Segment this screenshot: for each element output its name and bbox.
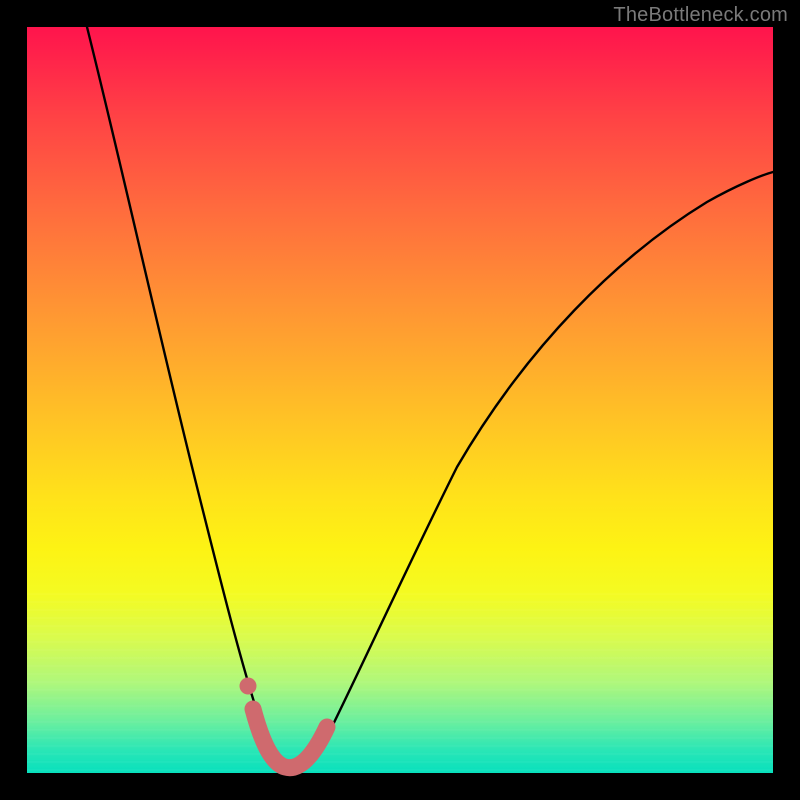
curve-layer: [27, 27, 773, 773]
chart-frame: TheBottleneck.com: [0, 0, 800, 800]
bottleneck-curve: [87, 27, 773, 772]
watermark-text: TheBottleneck.com: [613, 4, 788, 27]
bottleneck-marker-band: [253, 709, 327, 768]
plot-area: [27, 27, 773, 773]
bottleneck-marker-dot: [240, 678, 257, 695]
